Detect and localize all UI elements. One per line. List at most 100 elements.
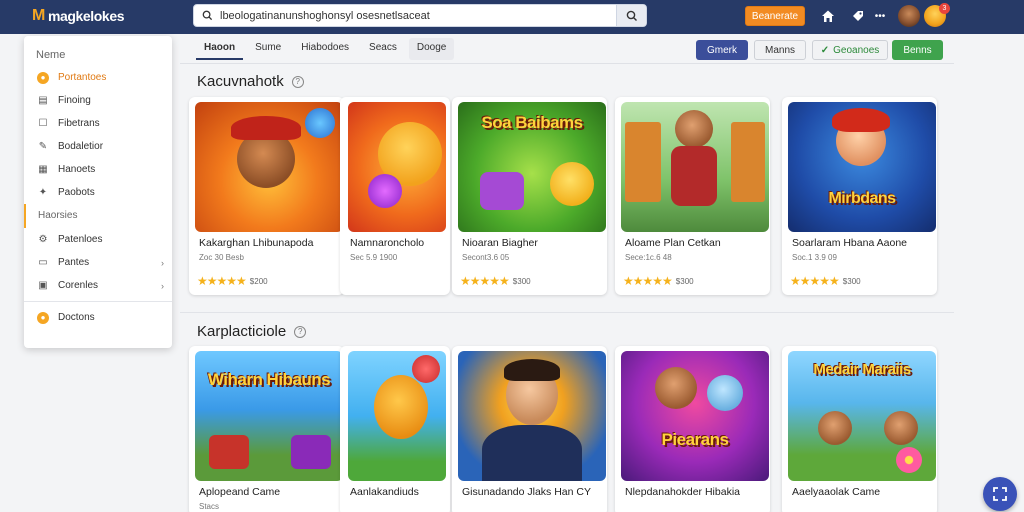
list-icon: ▤ <box>38 95 48 106</box>
game-card[interactable]: Gisunadando Jlaks Han CY <box>452 346 607 512</box>
content-tabs: Haoon Sume Hiabodoes Seacs Dooge <box>196 38 458 62</box>
gear-icon: ⚙ <box>38 234 48 245</box>
game-banner-text: Mirbdans <box>828 190 896 207</box>
game-thumbnail <box>458 351 606 481</box>
tab-seacs[interactable]: Seacs <box>361 38 405 60</box>
tag-icon[interactable] <box>850 8 866 24</box>
sidebar-item-label: Finoing <box>58 95 91 106</box>
sidebar-item-fibetrans[interactable]: ☐ Fibetrans <box>24 112 172 135</box>
section-title: Karplacticiole ? <box>197 323 307 340</box>
character-figure <box>707 375 743 411</box>
game-card[interactable]: Soa Baibams Nioaran Biagher Secont3.6 05… <box>452 97 607 295</box>
tab-sume[interactable]: Sume <box>247 38 289 60</box>
game-card[interactable]: Wiharn Hibauns Aplopeand Came Stacs <box>189 346 344 512</box>
game-title: Soarlaram Hbana Aaone <box>792 237 907 249</box>
action-button-manns[interactable]: Manns <box>754 40 806 60</box>
help-icon: ● <box>37 311 49 324</box>
star-rating-icon: ★★★★★ <box>623 274 673 288</box>
game-title: Aaelyaaolak Came <box>792 486 881 498</box>
top-navigation-bar: M magkelokes Beanerate ••• 3 <box>0 0 1024 34</box>
section-title-text: Kacuvnahotk <box>197 73 284 90</box>
game-thumbnail: Mirbdans <box>788 102 936 232</box>
game-thumbnail <box>621 102 769 232</box>
orb-shape <box>305 108 335 138</box>
game-card[interactable]: Namnaroncholo Sec 5.9 1900 <box>340 97 450 295</box>
sidebar-item-portantoes[interactable]: ● Portantoes <box>24 66 172 89</box>
tab-haoon[interactable]: Haoon <box>196 38 244 60</box>
sidebar-menu: Neme ● Portantoes ▤ Finoing ☐ Fibetrans … <box>24 36 172 348</box>
action-button-gmerk[interactable]: Gmerk <box>696 40 748 60</box>
sidebar-item-label: Doctons <box>58 312 95 323</box>
sidebar-divider <box>24 301 172 302</box>
sidebar-item-finoing[interactable]: ▤ Finoing <box>24 89 172 112</box>
game-meta: Soc.1 3.9 09 <box>792 253 837 262</box>
game-banner-text: Medair Maraiis <box>813 361 911 378</box>
logo-text: magkelokes <box>47 8 125 24</box>
tab-hiabodoes[interactable]: Hiabodoes <box>293 38 357 60</box>
action-button-geoanoes[interactable]: ✓ Geoanoes <box>812 40 888 60</box>
sidebar-item-corenles[interactable]: ▣ Corenles › <box>24 274 172 297</box>
game-card[interactable]: Kakarghan Lhibunapoda Zoc 30 Besb ★★★★★ … <box>189 97 344 295</box>
create-button[interactable]: Beanerate <box>745 6 805 26</box>
tab-dooge[interactable]: Dooge <box>408 38 455 60</box>
home-icon[interactable] <box>820 8 836 24</box>
search-icon <box>194 5 220 26</box>
game-card[interactable]: Aloame Plan Cetkan Sece:1c.6 48 ★★★★★ $3… <box>615 97 770 295</box>
game-rating: ★★★★★ $300 <box>790 274 861 288</box>
star-rating-icon: ★★★★★ <box>790 274 840 288</box>
orb-shape <box>368 174 402 208</box>
game-card[interactable]: Medair Maraiis Aaelyaaolak Came <box>782 346 937 512</box>
info-icon[interactable]: ? <box>294 325 307 338</box>
user-avatar[interactable] <box>898 5 920 27</box>
game-card[interactable]: Mirbdans Soarlaram Hbana Aaone Soc.1 3.9… <box>782 97 937 295</box>
sidebar-item-label: Fibetrans <box>58 118 100 129</box>
floating-action-button[interactable] <box>983 477 1017 511</box>
sidebar-item-bodaletior[interactable]: ✎ Bodaletior <box>24 135 172 158</box>
flower-shape <box>896 447 922 473</box>
search-button[interactable] <box>616 5 646 26</box>
character-figure <box>818 411 852 445</box>
search-bar <box>193 4 647 27</box>
game-meta: Secont3.6 05 <box>462 253 510 262</box>
puzzle-icon: ✦ <box>38 187 48 198</box>
coat-shape <box>671 146 717 206</box>
orb-shape <box>412 355 440 383</box>
image-icon: ▣ <box>38 280 48 291</box>
game-title: Kakarghan Lhibunapoda <box>199 237 314 249</box>
game-thumbnail: Soa Baibams <box>458 102 606 232</box>
game-banner-text: Soa Baibams <box>481 113 583 132</box>
sidebar-item-patenloes[interactable]: ⚙ Patenloes <box>24 228 172 251</box>
info-icon[interactable]: ? <box>291 75 304 88</box>
suit-shape <box>482 425 582 481</box>
sidebar-item-label: Corenles <box>58 280 99 291</box>
sidebar-item-pantes[interactable]: ▭ Pantes › <box>24 251 172 274</box>
character-figure <box>675 110 713 148</box>
hat-shape <box>231 116 301 140</box>
sidebar-item-label: Patenloes <box>58 234 103 245</box>
section-title: Kacuvnahotk ? <box>197 73 304 90</box>
game-thumbnail <box>348 102 446 232</box>
game-price: $300 <box>842 276 861 286</box>
sidebar-item-paobots[interactable]: ✦ Paobots <box>24 181 172 204</box>
sidebar-heading: Neme <box>36 49 66 61</box>
brand-logo[interactable]: M magkelokes <box>32 7 125 25</box>
more-options-icon[interactable]: ••• <box>872 8 888 24</box>
hair-shape <box>832 108 890 132</box>
game-price: $300 <box>512 276 531 286</box>
game-title: Aplopeand Came <box>199 486 281 498</box>
sidebar-item-label: Pantes <box>58 257 90 268</box>
game-banner-text: Piearans <box>661 430 729 449</box>
controller-icon: ● <box>37 71 49 84</box>
game-price: $300 <box>675 276 694 286</box>
game-thumbnail: Medair Maraiis <box>788 351 936 481</box>
sidebar-item-doctons[interactable]: ● Doctons <box>24 306 172 329</box>
search-input[interactable] <box>220 9 616 22</box>
sidebar-item-hanoets[interactable]: ▦ Hanoets <box>24 158 172 181</box>
game-title: Nioaran Biagher <box>462 237 538 249</box>
game-thumbnail: Piearans <box>621 351 769 481</box>
game-card[interactable]: Piearans Nlepdanahokder Hibakia <box>615 346 770 512</box>
action-button-benns[interactable]: Benns <box>892 40 943 60</box>
game-card[interactable]: Aanlakandiuds <box>340 346 450 512</box>
logo-mark-icon: M <box>32 7 45 24</box>
sidebar-section-label: Haorsies <box>24 204 172 228</box>
